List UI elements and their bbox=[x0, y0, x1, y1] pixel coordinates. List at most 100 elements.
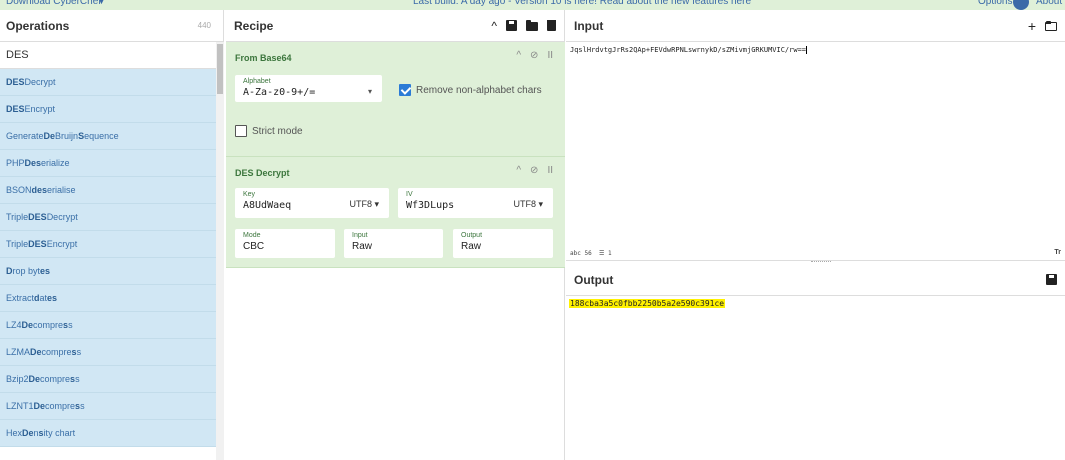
pause-icon[interactable]: II bbox=[547, 165, 553, 176]
load-recipe-icon[interactable] bbox=[526, 20, 538, 31]
download-link[interactable]: Download CyberChef bbox=[6, 0, 101, 9]
operation-list-item[interactable]: Bzip2 De compre s s bbox=[0, 366, 216, 393]
operation-text: s bbox=[75, 374, 80, 384]
operation-text: LZMA bbox=[6, 347, 31, 357]
banner-message[interactable]: Last build: A day ago - Version 10 is he… bbox=[413, 0, 751, 9]
operation-text: Decrypt bbox=[46, 212, 78, 222]
add-tab-icon[interactable]: + bbox=[1028, 18, 1036, 34]
operation-text: Encrypt bbox=[24, 104, 56, 114]
operation-text: BSON bbox=[6, 185, 32, 195]
chevron-up-icon[interactable]: ^ bbox=[516, 165, 521, 176]
operations-panel: Operations 440 DES DES Decrypt DES Encryp… bbox=[0, 10, 224, 460]
operations-scrollbar[interactable] bbox=[216, 42, 224, 460]
iv-encoding-dropdown[interactable]: UTF8 ▾ bbox=[513, 199, 543, 210]
about-link[interactable]: About bbox=[1036, 0, 1062, 9]
operation-list-item[interactable]: DES Encrypt bbox=[0, 96, 216, 123]
output-header: Output bbox=[566, 264, 1065, 296]
output-format-select[interactable]: Output Raw bbox=[453, 229, 553, 258]
line-count: 1 bbox=[607, 250, 612, 257]
clear-recipe-icon[interactable] bbox=[547, 20, 556, 31]
save-recipe-icon[interactable] bbox=[506, 20, 517, 31]
des-decrypt-operation[interactable]: DES Decrypt ^ ⊘ II Key A8UdWaeq UTF8 ▾ I… bbox=[226, 157, 565, 268]
operation-match: DES bbox=[28, 212, 47, 222]
download-icon[interactable]: ▼ bbox=[97, 0, 108, 6]
key-encoding-dropdown[interactable]: UTF8 ▾ bbox=[349, 199, 379, 210]
operation-text: s bbox=[80, 401, 85, 411]
input-format-value: Raw bbox=[352, 241, 373, 252]
output-format-label: Output bbox=[461, 232, 483, 239]
operations-header: Operations 440 bbox=[0, 10, 223, 42]
caret-down-icon: ▾ bbox=[367, 87, 372, 96]
operation-text: compre bbox=[41, 347, 72, 357]
alphabet-label: Alphabet bbox=[243, 78, 271, 85]
key-label: Key bbox=[243, 191, 256, 198]
operation-list-item[interactable]: Generate De Bruijn Sequence bbox=[0, 123, 216, 150]
font-size-icon[interactable]: Tr bbox=[1054, 249, 1061, 256]
key-field[interactable]: Key A8UdWaeq UTF8 ▾ bbox=[235, 188, 389, 218]
mode-select[interactable]: Mode CBC bbox=[235, 229, 335, 258]
input-title: Input bbox=[574, 18, 604, 33]
operation-list-item[interactable]: Extract d at es bbox=[0, 285, 216, 312]
output-title: Output bbox=[574, 272, 614, 287]
gear-icon[interactable] bbox=[1013, 0, 1029, 10]
pause-icon[interactable]: II bbox=[547, 50, 553, 61]
operation-text: Decrypt bbox=[24, 77, 56, 87]
iv-field[interactable]: IV Wf3DLups UTF8 ▾ bbox=[398, 188, 553, 218]
operation-name: From Base64 bbox=[235, 53, 292, 63]
remove-non-alphabet-label: Remove non-alphabet chars bbox=[416, 85, 542, 96]
input-textarea[interactable]: JqslHrdvtgJrRs2QAp+FEVdwRPNLswrnykD/sZMi… bbox=[570, 46, 808, 54]
operation-list-item[interactable]: DES Decrypt bbox=[0, 69, 216, 96]
save-output-icon[interactable] bbox=[1046, 274, 1057, 285]
operation-text: at bbox=[39, 293, 48, 303]
disable-icon[interactable]: ⊘ bbox=[530, 165, 538, 176]
operation-text: Triple bbox=[6, 239, 29, 249]
operation-match: De bbox=[30, 347, 42, 357]
operation-list-item[interactable]: Drop byt es bbox=[0, 258, 216, 285]
operation-list-item[interactable]: Hex De n s ity chart bbox=[0, 420, 216, 447]
recipe-header: Recipe ^ bbox=[226, 10, 564, 42]
operation-list-item[interactable]: LZMA De compre s s bbox=[0, 339, 216, 366]
key-value: A8UdWaeq bbox=[243, 200, 292, 211]
operation-match: De bbox=[33, 401, 46, 411]
line-count-icon: ☰ bbox=[598, 250, 605, 257]
mode-value: CBC bbox=[243, 241, 265, 252]
text-cursor bbox=[806, 46, 808, 54]
disable-icon[interactable]: ⊘ bbox=[530, 50, 538, 61]
options-link[interactable]: Options bbox=[978, 0, 1012, 9]
alphabet-select[interactable]: Alphabet A-Za-z0-9+/= ▾ bbox=[235, 75, 382, 102]
iv-encoding-value: UTF8 bbox=[513, 199, 536, 209]
operation-text: Extract bbox=[6, 293, 35, 303]
operation-list-item[interactable]: Triple DES Decrypt bbox=[0, 204, 216, 231]
io-panel: Input + JqslHrdvtgJrRs2QAp+FEVdwRPNLswrn… bbox=[566, 10, 1065, 460]
operation-list-item[interactable]: LZ4 De compre s s bbox=[0, 312, 216, 339]
operation-text: Bruijn bbox=[55, 131, 79, 141]
scrollbar-thumb[interactable] bbox=[217, 44, 223, 94]
recipe-title: Recipe bbox=[234, 18, 274, 33]
operation-text: Hex bbox=[6, 428, 23, 438]
operation-text: s bbox=[68, 320, 73, 330]
operation-list-item[interactable]: LZNT1 De compre s s bbox=[0, 393, 216, 420]
chevron-up-icon[interactable]: ^ bbox=[491, 19, 497, 33]
strict-mode-label: Strict mode bbox=[252, 126, 303, 137]
operation-list-item[interactable]: BSON des erialise bbox=[0, 177, 216, 204]
operation-list-item[interactable]: Triple DES Encrypt bbox=[0, 231, 216, 258]
remove-non-alphabet-checkbox[interactable] bbox=[399, 84, 411, 96]
strict-mode-checkbox[interactable] bbox=[235, 125, 247, 137]
top-banner: Download CyberChef ▼ Last build: A day a… bbox=[0, 0, 1065, 10]
operation-list-item[interactable]: PHP Des erialize bbox=[0, 150, 216, 177]
from-base64-operation[interactable]: From Base64 ^ ⊘ II Alphabet A-Za-z0-9+/=… bbox=[226, 42, 565, 157]
operation-text: equence bbox=[84, 131, 119, 141]
divider-grip[interactable] bbox=[811, 261, 831, 263]
operations-search-input[interactable]: DES bbox=[0, 42, 223, 69]
operation-text: Generate bbox=[6, 131, 44, 141]
operations-count: 440 bbox=[197, 21, 211, 30]
operation-text: compre bbox=[45, 401, 76, 411]
operation-match: DES bbox=[6, 104, 25, 114]
output-text[interactable]: 188cba3a5c0fbb2250b5a2e590c391ce bbox=[569, 299, 726, 308]
operation-text: compre bbox=[40, 374, 71, 384]
open-folder-icon[interactable] bbox=[1045, 21, 1057, 31]
output-format-value: Raw bbox=[461, 241, 482, 252]
input-format-select[interactable]: Input Raw bbox=[344, 229, 443, 258]
chevron-up-icon[interactable]: ^ bbox=[516, 50, 521, 61]
operation-text: erialise bbox=[47, 185, 76, 195]
